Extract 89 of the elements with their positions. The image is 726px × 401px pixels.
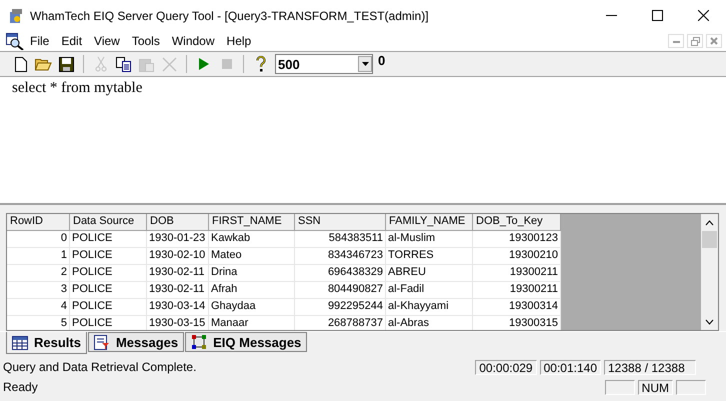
child-close-button[interactable] (706, 34, 722, 48)
table-icon (12, 336, 28, 350)
query-status-message: Query and Data Retrieval Complete. (3, 360, 198, 374)
status-indicator: NUM (638, 380, 673, 394)
scrollbar-thumb[interactable] (702, 231, 717, 248)
window-title: WhamTech EIQ Server Query Tool - [Query3-TRANSFORM_TEST(admin)] (30, 8, 430, 22)
table-cell: ABREU (386, 265, 473, 282)
delete-x-icon (162, 56, 177, 72)
table-cell: 992295244 (295, 299, 386, 316)
status-pane (604, 380, 635, 394)
table-cell: 1930-01-23 (147, 231, 209, 248)
table-cell: 834346723 (295, 248, 386, 265)
caret-down-icon (362, 62, 368, 66)
column-header[interactable]: FIRST_NAME (209, 214, 295, 231)
status-pane (676, 380, 706, 394)
vertical-scrollbar[interactable] (701, 214, 718, 330)
table-cell: POLICE (70, 265, 147, 282)
table-cell: al-Abras (386, 316, 473, 330)
close-icon (698, 10, 708, 21)
table-cell: 2 (7, 265, 70, 282)
status-field: 00:01:140 (540, 360, 601, 374)
table-cell: Kawkab (209, 231, 295, 248)
column-header[interactable]: SSN (295, 214, 386, 231)
menu-item[interactable]: Help (220, 31, 258, 51)
folder-icon (35, 57, 52, 71)
menu-item[interactable]: Tools (126, 31, 166, 51)
question-mark-icon (256, 56, 266, 72)
table-cell: Afrah (209, 282, 295, 299)
table-cell: 1 (7, 248, 70, 265)
table-cell: 1930-02-11 (147, 282, 209, 299)
table-cell: 3 (7, 282, 70, 299)
row-limit-dropdown[interactable]: 500 (275, 54, 373, 74)
query-editor[interactable]: select * from mytable (0, 77, 726, 205)
menu-item[interactable]: View (88, 31, 126, 51)
new-document-icon (14, 56, 26, 72)
menu-item[interactable]: Edit (55, 31, 88, 51)
app-icon (8, 8, 24, 24)
table-cell: 1930-02-11 (147, 265, 209, 282)
child-restore-button[interactable] (687, 34, 703, 48)
table-cell: POLICE (70, 299, 147, 316)
clipboard-icon (138, 56, 154, 72)
copy-button[interactable] (113, 54, 134, 74)
column-header[interactable]: DOB (147, 214, 209, 231)
close-icon (710, 37, 718, 45)
scroll-down-icon[interactable] (705, 317, 714, 326)
table-cell: 804490827 (295, 282, 386, 299)
column-header[interactable]: FAMILY_NAME (386, 214, 473, 231)
copy-icon (116, 56, 132, 72)
menu-item[interactable]: Window (166, 31, 221, 51)
minimize-icon (672, 40, 680, 42)
status-field: 12388 / 12388 (604, 360, 696, 374)
play-icon (198, 58, 208, 70)
table-cell: 0 (7, 231, 70, 248)
table-cell: Ghaydaa (209, 299, 295, 316)
table-cell: al-Fadil (386, 282, 473, 299)
table-cell: 584383511 (295, 231, 386, 248)
maximize-icon (652, 10, 662, 21)
restore-icon (690, 36, 700, 46)
scroll-up-icon[interactable] (705, 219, 714, 228)
stop-icon (222, 59, 232, 69)
table-cell: al-Muslim (386, 231, 473, 248)
table-cell: al-Khayyami (386, 299, 473, 316)
result-tab[interactable]: EIQ Messages (185, 332, 308, 352)
result-tab[interactable]: Messages (88, 332, 184, 352)
row-count: 0 (378, 53, 386, 68)
status-field: 00:00:029 (475, 360, 537, 374)
minimize-icon (606, 14, 616, 16)
status-text: Ready (3, 380, 39, 394)
table-cell: 1930-03-14 (147, 299, 209, 316)
table-cell: TORRES (386, 248, 473, 265)
table-cell: 696438329 (295, 265, 386, 282)
column-header[interactable]: RowID (7, 214, 70, 231)
table-cell: POLICE (70, 282, 147, 299)
save-button[interactable] (56, 54, 77, 74)
column-header[interactable]: Data Source (70, 214, 147, 231)
dropdown-arrow-button[interactable] (358, 56, 372, 72)
table-cell: POLICE (70, 248, 147, 265)
table-cell: Drina (209, 265, 295, 282)
network-diagram-icon (191, 334, 208, 350)
menu-item[interactable]: File (24, 31, 56, 51)
scissors-icon (94, 56, 106, 72)
child-minimize-button[interactable] (668, 34, 684, 48)
column-header[interactable]: DOB_To_Key (473, 214, 561, 231)
result-tab[interactable]: Results (6, 332, 87, 354)
table-cell: 1930-02-10 (147, 248, 209, 265)
table-cell: Mateo (209, 248, 295, 265)
document-filter-icon (94, 334, 110, 350)
table-cell: 4 (7, 299, 70, 316)
table-cell: POLICE (70, 231, 147, 248)
